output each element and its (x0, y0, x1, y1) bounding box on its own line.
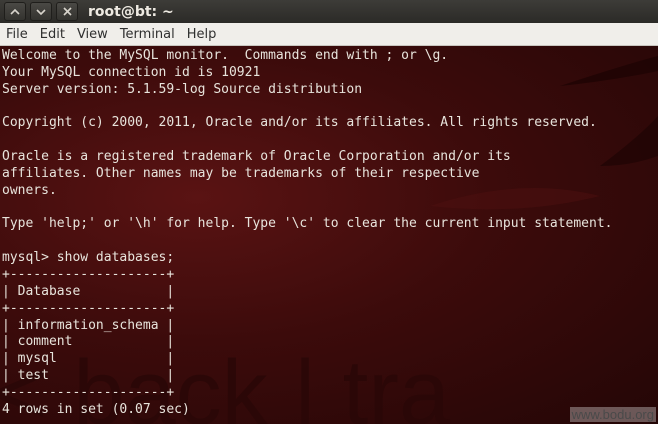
table-row: | information_schema | (2, 317, 175, 333)
terminal-line: Server version: 5.1.59-log Source distri… (2, 81, 363, 97)
terminal-line: Type 'help;' or '\h' for help. Type '\c'… (2, 216, 613, 232)
close-button[interactable] (56, 2, 78, 21)
terminal-line: Welcome to the MySQL monitor. Commands e… (2, 48, 449, 63)
prompt-line: mysql> show databases; (2, 250, 175, 266)
table-border: +--------------------+ (2, 266, 175, 282)
table-border: +--------------------+ (2, 384, 175, 400)
terminal-line: Your MySQL connection id is 10921 (2, 64, 261, 80)
close-icon (62, 7, 72, 16)
chevron-up-icon (10, 8, 20, 15)
result-summary: 4 rows in set (0.07 sec) (2, 401, 190, 417)
chevron-down-icon (36, 8, 46, 15)
menu-view[interactable]: View (71, 27, 114, 42)
table-row: | test | (2, 368, 175, 384)
terminal-line: owners. (2, 182, 57, 198)
terminal-window: root@bt: ~ File Edit View Terminal Help … (0, 0, 658, 424)
minimize-button[interactable] (4, 2, 26, 21)
terminal-output-area[interactable]: < back | tra Welcome to the MySQL monito… (0, 46, 658, 424)
menu-edit[interactable]: Edit (34, 27, 71, 42)
table-border: +--------------------+ (2, 300, 175, 316)
window-title: root@bt: ~ (88, 3, 174, 20)
terminal-line: affiliates. Other names may be trademark… (2, 165, 480, 181)
table-header: | Database | (2, 283, 175, 299)
terminal-line: Copyright (c) 2000, 2011, Oracle and/or … (2, 115, 597, 131)
maximize-button[interactable] (30, 2, 52, 21)
menu-help[interactable]: Help (181, 27, 223, 42)
title-bar[interactable]: root@bt: ~ (0, 0, 658, 23)
menu-bar: File Edit View Terminal Help (0, 23, 658, 46)
table-row: | comment | (2, 334, 175, 350)
watermark: www.bodu.org (569, 407, 656, 422)
terminal-line: Oracle is a registered trademark of Orac… (2, 149, 511, 165)
menu-terminal[interactable]: Terminal (114, 27, 181, 42)
terminal-text: Welcome to the MySQL monitor. Commands e… (2, 48, 612, 419)
table-row: | mysql | (2, 351, 175, 367)
menu-file[interactable]: File (0, 27, 34, 42)
